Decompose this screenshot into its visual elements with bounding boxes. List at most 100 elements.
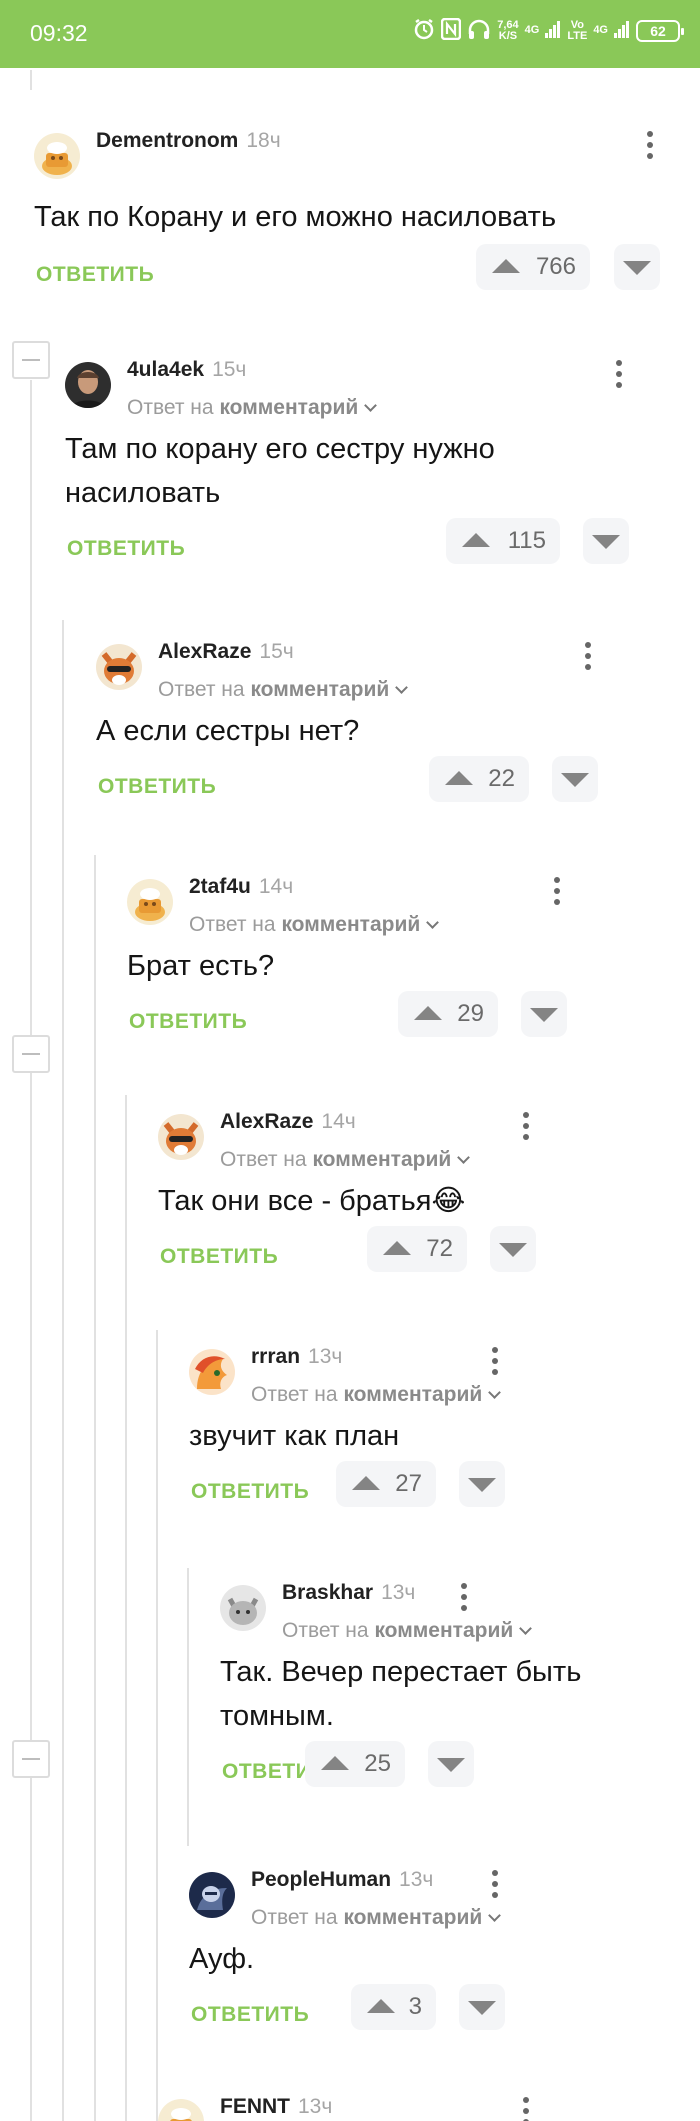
comment-time: 13ч xyxy=(298,2095,333,2118)
reply-to-link[interactable]: Ответ на комментарий xyxy=(127,396,378,420)
comment-text: звучит как план xyxy=(189,1414,399,1458)
author-name[interactable]: FENNT 13ч xyxy=(220,2095,332,2119)
author-name[interactable]: rrran 13ч xyxy=(251,1345,342,1369)
upvote-button[interactable]: 115 xyxy=(446,518,560,564)
upvote-button[interactable]: 25 xyxy=(305,1741,405,1787)
more-options-icon[interactable] xyxy=(491,1870,499,1900)
downvote-button[interactable] xyxy=(459,1984,505,2030)
arrow-up-icon xyxy=(445,771,473,785)
thread-line xyxy=(156,1330,158,2121)
more-options-icon[interactable] xyxy=(522,2097,530,2121)
author-name[interactable]: 4ula4ek 15ч xyxy=(127,358,246,382)
author-name-text[interactable]: 2taf4u xyxy=(189,875,251,898)
reply-button[interactable]: ОТВЕТИТЬ xyxy=(191,1480,309,1504)
upvote-button[interactable]: 3 xyxy=(351,1984,436,2030)
downvote-button[interactable] xyxy=(614,244,660,290)
avatar[interactable] xyxy=(65,362,111,408)
comment-time: 13ч xyxy=(381,1581,416,1604)
author-name[interactable]: PeopleHuman 13ч xyxy=(251,1868,433,1892)
arrow-down-icon xyxy=(592,535,620,549)
avatar[interactable] xyxy=(96,644,142,690)
reply-to-target[interactable]: комментарий xyxy=(281,913,420,936)
arrow-down-icon xyxy=(468,2001,496,2015)
comment-text-line: Там по корану его сестру нужно xyxy=(65,433,495,465)
upvote-button[interactable]: 22 xyxy=(429,756,529,802)
arrow-down-icon xyxy=(530,1008,558,1022)
author-name-text[interactable]: FENNT xyxy=(220,2095,290,2118)
network-speed-unit: K/S xyxy=(498,29,518,42)
downvote-button[interactable] xyxy=(583,518,629,564)
chevron-down-icon[interactable] xyxy=(426,916,440,929)
reply-button[interactable]: ОТВЕТИТЬ xyxy=(129,1010,247,1034)
more-options-icon[interactable] xyxy=(460,1583,468,1613)
network-type-1: 4G xyxy=(524,24,540,36)
avatar[interactable] xyxy=(189,1349,235,1395)
comment-text: Так. Вечер перестает быть томным. xyxy=(220,1650,581,1738)
chevron-down-icon[interactable] xyxy=(364,399,378,412)
downvote-button[interactable] xyxy=(521,991,567,1037)
author-name-text[interactable]: rrran xyxy=(251,1345,300,1368)
reply-to-prefix: Ответ на xyxy=(158,678,245,701)
collapse-thread-button[interactable] xyxy=(12,1035,50,1073)
downvote-button[interactable] xyxy=(552,756,598,802)
reply-button[interactable]: ОТВЕТИТЬ xyxy=(191,2003,309,2027)
downvote-button[interactable] xyxy=(490,1226,536,1272)
network-speed: 7,64 K/S xyxy=(497,19,518,42)
reply-to-target[interactable]: комментарий xyxy=(374,1619,513,1642)
reply-to-target[interactable]: комментарий xyxy=(250,678,389,701)
author-name[interactable]: Braskhar 13ч xyxy=(282,1581,415,1605)
more-options-icon[interactable] xyxy=(615,360,623,390)
arrow-down-icon xyxy=(437,1758,465,1772)
upvote-button[interactable]: 72 xyxy=(367,1226,467,1272)
chevron-down-icon[interactable] xyxy=(488,1909,502,1922)
chevron-down-icon[interactable] xyxy=(395,681,409,694)
avatar[interactable] xyxy=(34,133,80,179)
reply-to-target[interactable]: комментарий xyxy=(343,1383,482,1406)
more-options-icon[interactable] xyxy=(491,1347,499,1377)
reply-to-link[interactable]: Ответ на комментарий xyxy=(158,678,409,702)
reply-to-link[interactable]: Ответ на комментарий xyxy=(251,1383,502,1407)
author-name-text[interactable]: Dementronom xyxy=(96,129,238,152)
author-name[interactable]: Dementronom 18ч xyxy=(96,129,281,153)
avatar[interactable] xyxy=(189,1872,235,1918)
author-name-text[interactable]: AlexRaze xyxy=(158,640,251,663)
upvote-button[interactable]: 766 xyxy=(476,244,590,290)
collapse-thread-button[interactable] xyxy=(12,341,50,379)
reply-to-link[interactable]: Ответ на комментарий xyxy=(251,1906,502,1930)
author-name-text[interactable]: Braskhar xyxy=(282,1581,373,1604)
upvote-button[interactable]: 29 xyxy=(398,991,498,1037)
reply-button[interactable]: ОТВЕТИТЬ xyxy=(36,263,154,287)
avatar[interactable] xyxy=(158,1114,204,1160)
more-options-icon[interactable] xyxy=(522,1112,530,1142)
comment-text-line: насиловать xyxy=(65,477,221,509)
author-name[interactable]: AlexRaze 14ч xyxy=(220,1110,356,1134)
author-name[interactable]: AlexRaze 15ч xyxy=(158,640,294,664)
collapse-thread-button[interactable] xyxy=(12,1740,50,1778)
chevron-down-icon[interactable] xyxy=(519,1622,533,1635)
reply-button[interactable]: ОТВЕТИТЬ xyxy=(160,1245,278,1269)
reply-button[interactable]: ОТВЕТИТЬ xyxy=(67,537,185,561)
reply-button[interactable]: ОТВЕТИТЬ xyxy=(98,775,216,799)
upvote-button[interactable]: 27 xyxy=(336,1461,436,1507)
avatar[interactable] xyxy=(158,2099,204,2121)
reply-to-link[interactable]: Ответ на комментарий xyxy=(220,1148,471,1172)
avatar[interactable] xyxy=(127,879,173,925)
reply-to-target[interactable]: комментарий xyxy=(312,1148,451,1171)
author-name[interactable]: 2taf4u 14ч xyxy=(189,875,293,899)
author-name-text[interactable]: PeopleHuman xyxy=(251,1868,391,1891)
reply-to-link[interactable]: Ответ на комментарий xyxy=(282,1619,533,1643)
downvote-button[interactable] xyxy=(428,1741,474,1787)
more-options-icon[interactable] xyxy=(646,131,654,161)
more-options-icon[interactable] xyxy=(584,642,592,672)
reply-to-target[interactable]: комментарий xyxy=(343,1906,482,1929)
reply-to-link[interactable]: Ответ на комментарий xyxy=(189,913,440,937)
more-options-icon[interactable] xyxy=(553,877,561,907)
chevron-down-icon[interactable] xyxy=(457,1151,471,1164)
reply-to-target[interactable]: комментарий xyxy=(219,396,358,419)
arrow-down-icon xyxy=(561,773,589,787)
downvote-button[interactable] xyxy=(459,1461,505,1507)
chevron-down-icon[interactable] xyxy=(488,1386,502,1399)
author-name-text[interactable]: AlexRaze xyxy=(220,1110,313,1133)
author-name-text[interactable]: 4ula4ek xyxy=(127,358,204,381)
avatar[interactable] xyxy=(220,1585,266,1631)
